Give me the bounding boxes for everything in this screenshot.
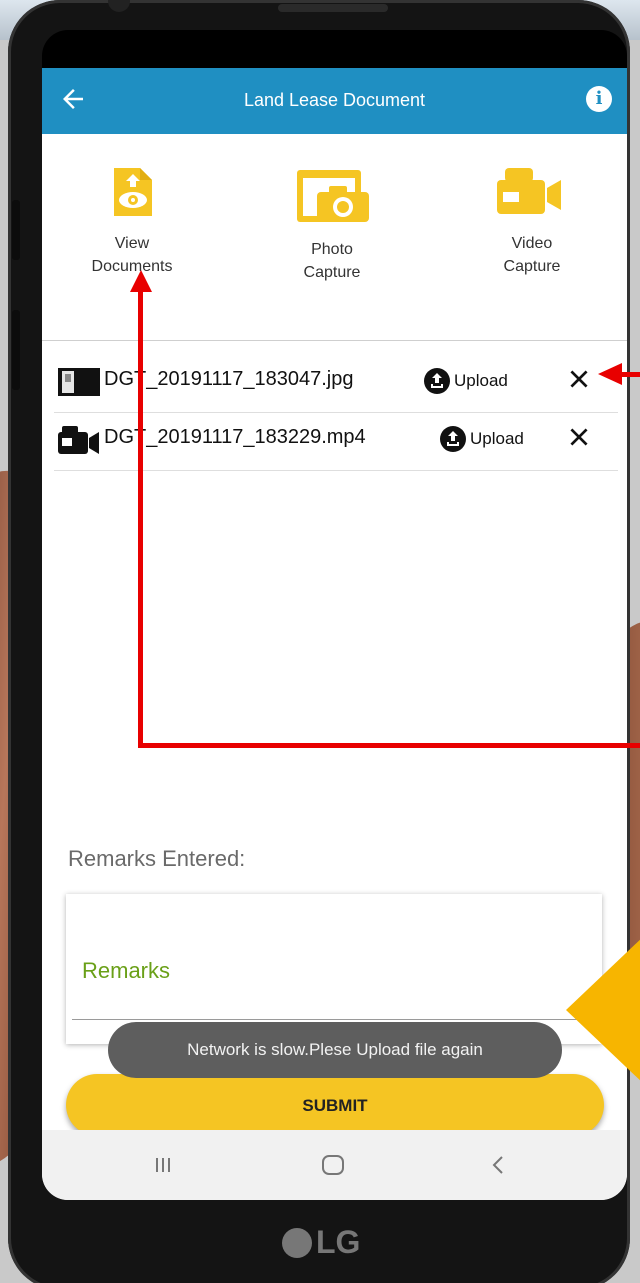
video-capture-label: Video Capture bbox=[503, 235, 561, 275]
lg-logo-icon bbox=[282, 1227, 312, 1258]
video-capture-button[interactable]: Video Capture bbox=[472, 166, 592, 278]
system-nav-bar bbox=[42, 1130, 627, 1200]
video-file-icon bbox=[58, 426, 99, 454]
remarks-label: Remarks Entered: bbox=[68, 846, 246, 871]
submit-button[interactable]: SUBMIT bbox=[66, 1074, 604, 1136]
close-icon[interactable] bbox=[566, 424, 592, 450]
annotation-line-horizontal bbox=[138, 743, 640, 748]
info-icon[interactable]: i bbox=[586, 86, 612, 112]
upload-icon bbox=[424, 368, 450, 394]
upload-icon bbox=[440, 426, 466, 452]
volume-up-button bbox=[12, 200, 20, 260]
photo-capture-icon bbox=[297, 170, 369, 222]
section-divider bbox=[42, 340, 627, 341]
view-document-icon bbox=[114, 168, 152, 216]
annotation-arrowhead-up bbox=[130, 270, 152, 292]
video-capture-icon bbox=[497, 168, 561, 214]
home-icon[interactable] bbox=[318, 1150, 348, 1180]
app-screen: Land Lease Document i View Documents Pho… bbox=[42, 68, 627, 1200]
image-file-icon bbox=[58, 368, 100, 396]
view-documents-button[interactable]: View Documents bbox=[72, 166, 192, 278]
back-icon[interactable] bbox=[484, 1150, 514, 1180]
annotation-line-vertical bbox=[138, 286, 143, 748]
upload-label: Upload bbox=[454, 371, 508, 390]
phone-body: Land Lease Document i View Documents Pho… bbox=[8, 0, 630, 1283]
photo-capture-label: Photo Capture bbox=[303, 241, 361, 281]
page-title: Land Lease Document bbox=[243, 90, 426, 110]
photo-capture-button[interactable]: Photo Capture bbox=[272, 166, 392, 284]
close-icon[interactable] bbox=[566, 366, 592, 392]
file-name: DGT_20191117_183229.mp4 bbox=[104, 426, 366, 448]
toast-callout-pointer bbox=[566, 915, 640, 1105]
brand-text: LG bbox=[316, 1224, 361, 1261]
recent-apps-icon[interactable] bbox=[148, 1150, 178, 1180]
volume-down-button bbox=[12, 310, 20, 390]
remarks-input[interactable]: Remarks bbox=[82, 958, 170, 984]
device-logo: LG bbox=[282, 1222, 382, 1262]
upload-label: Upload bbox=[470, 429, 524, 448]
annotation-arrowhead-left bbox=[598, 363, 622, 385]
photo-scene: Land Lease Document i View Documents Pho… bbox=[0, 0, 640, 1283]
app-bar: Land Lease Document i bbox=[42, 68, 627, 134]
input-underline bbox=[72, 1019, 596, 1020]
front-camera bbox=[108, 0, 130, 12]
phone-screen: Land Lease Document i View Documents Pho… bbox=[42, 30, 627, 1200]
toast-message: Network is slow.Plese Upload file again bbox=[108, 1022, 562, 1078]
speaker-grille bbox=[278, 4, 388, 12]
